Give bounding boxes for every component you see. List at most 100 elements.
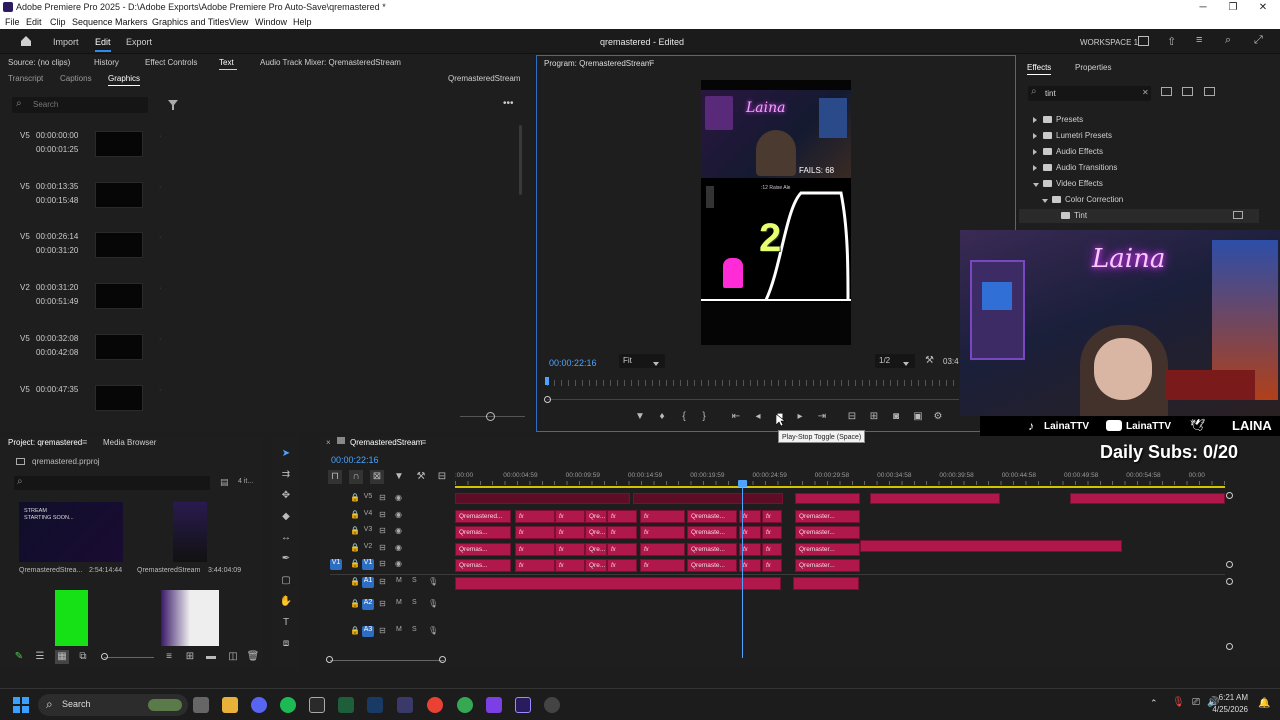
- clip[interactable]: fx: [640, 510, 685, 523]
- track-name[interactable]: V5: [362, 493, 374, 504]
- chevron-down-icon[interactable]: [1033, 180, 1039, 189]
- playhead[interactable]: [545, 377, 549, 385]
- clip[interactable]: [870, 493, 1000, 504]
- insert-icon[interactable]: ⊟: [845, 410, 859, 424]
- clip[interactable]: Qre...: [585, 510, 607, 523]
- chevron-right-icon[interactable]: [1033, 116, 1037, 125]
- menu-clip[interactable]: Clip: [50, 17, 66, 27]
- clip[interactable]: fx: [607, 526, 637, 539]
- tab-edit[interactable]: Edit: [95, 37, 111, 52]
- scrollbar[interactable]: [519, 125, 522, 195]
- program-tab[interactable]: Program: QremasteredStream: [544, 59, 652, 68]
- microphone-icon[interactable]: 🎙: [428, 599, 438, 608]
- captions-icon[interactable]: ⊟: [435, 470, 449, 484]
- project-search-box[interactable]: ⌕: [14, 476, 210, 490]
- track-name[interactable]: A2: [362, 599, 374, 610]
- eye-icon[interactable]: ◉: [395, 543, 402, 552]
- export-frame-icon[interactable]: ◙: [889, 410, 903, 424]
- clip[interactable]: fx: [607, 510, 637, 523]
- lock-icon[interactable]: 🔒: [350, 559, 360, 568]
- linked-icon[interactable]: ⊠: [370, 470, 384, 484]
- lock-icon[interactable]: 🔒: [350, 577, 360, 586]
- resolution-dropdown[interactable]: 1/2: [875, 354, 915, 368]
- track-name[interactable]: V3: [362, 526, 374, 537]
- tab-export[interactable]: Export: [126, 37, 152, 47]
- graphics-item[interactable]: V5 00:00:47:35 ·: [0, 383, 480, 423]
- workspace-label[interactable]: WORKSPACE 1: [1080, 38, 1138, 47]
- project-thumb-3[interactable]: [55, 590, 88, 646]
- rectangle-tool-icon[interactable]: ▢: [279, 574, 293, 588]
- lock-icon[interactable]: 🔒: [350, 626, 360, 635]
- source-patch[interactable]: V1: [330, 559, 342, 570]
- eye-icon[interactable]: ◉: [395, 526, 402, 535]
- audio-clip[interactable]: [793, 577, 859, 590]
- sync-lock-icon[interactable]: ⊟: [379, 626, 386, 635]
- solo-icon[interactable]: S: [412, 577, 417, 584]
- clip[interactable]: fx: [607, 559, 637, 572]
- go-to-out-icon[interactable]: ⇥: [815, 410, 829, 424]
- effects-tree-item[interactable]: Presets: [1019, 113, 1259, 127]
- clip[interactable]: fx: [555, 526, 585, 539]
- fullscreen-icon[interactable]: ⤢: [1254, 34, 1263, 47]
- tab-project[interactable]: Project: qremastered: [8, 438, 83, 447]
- captions-tool-icon[interactable]: ⧈: [279, 637, 293, 651]
- mark-out-icon[interactable]: }: [697, 410, 711, 424]
- sync-lock-icon[interactable]: ⊟: [379, 543, 386, 552]
- panel-menu-icon[interactable]: ≡: [82, 437, 87, 447]
- nest-icon[interactable]: ⊓: [328, 470, 342, 484]
- playhead-handle[interactable]: [738, 480, 747, 487]
- clip[interactable]: [860, 540, 1122, 552]
- clip[interactable]: [795, 493, 860, 504]
- tab-effects[interactable]: Effects: [1027, 63, 1052, 72]
- sync-lock-icon[interactable]: ⊟: [379, 577, 386, 586]
- timeline-tab[interactable]: QremasteredStream: [350, 438, 423, 447]
- eye-icon[interactable]: ◉: [395, 493, 402, 502]
- program-timecode[interactable]: 00:00:22:16: [549, 358, 597, 368]
- clip[interactable]: fx: [607, 543, 637, 556]
- search-icon[interactable]: ⌕: [1225, 34, 1231, 47]
- sort-icon[interactable]: ≡: [162, 650, 176, 664]
- effects-tree-item[interactable]: Color Correction: [1019, 193, 1259, 207]
- clip[interactable]: Qremaste...: [687, 526, 737, 539]
- pen-tool-icon[interactable]: ✒: [279, 552, 293, 566]
- minimize-icon[interactable]: ─: [1188, 0, 1218, 15]
- close-icon[interactable]: ×: [326, 438, 331, 447]
- menu-window[interactable]: Window: [255, 17, 287, 27]
- pencil-icon[interactable]: ✎: [12, 650, 26, 664]
- list-view-icon[interactable]: ☰: [33, 650, 47, 664]
- tab-properties[interactable]: Properties: [1075, 63, 1112, 72]
- microphone-icon[interactable]: 🎙: [428, 626, 438, 635]
- tab-media-browser[interactable]: Media Browser: [103, 438, 157, 447]
- a-scroll-top[interactable]: [1226, 578, 1233, 585]
- project-thumb-1[interactable]: STREAM STARTING SOON...: [19, 502, 123, 562]
- project-thumb-2[interactable]: [173, 502, 207, 562]
- tab-audio-mixer[interactable]: Audio Track Mixer: QremasteredStream: [260, 58, 401, 67]
- share-icon[interactable]: ⇧: [1167, 35, 1176, 48]
- tab-transcript[interactable]: Transcript: [8, 74, 44, 83]
- tab-effect-controls[interactable]: Effect Controls: [145, 58, 198, 67]
- razor-tool-icon[interactable]: ◆: [279, 510, 293, 524]
- chevron-right-icon[interactable]: [1033, 132, 1037, 141]
- menu-edit[interactable]: Edit: [26, 17, 42, 27]
- clip[interactable]: Qremaste...: [687, 559, 737, 572]
- sync-lock-icon[interactable]: ⊟: [379, 510, 386, 519]
- track-select-icon[interactable]: ⇉: [279, 468, 293, 482]
- menu-markers[interactable]: Markers: [115, 17, 148, 27]
- excel-icon[interactable]: [338, 697, 354, 713]
- twitch-icon[interactable]: [486, 697, 502, 713]
- clip[interactable]: fx: [555, 559, 585, 572]
- clip[interactable]: fx: [515, 543, 555, 556]
- clip[interactable]: Qre...: [585, 526, 607, 539]
- time-ruler[interactable]: [547, 380, 959, 386]
- solo-icon[interactable]: S: [412, 599, 417, 606]
- tab-captions[interactable]: Captions: [60, 74, 92, 83]
- clip[interactable]: Qremaster...: [795, 526, 860, 539]
- step-back-icon[interactable]: ◂: [751, 410, 765, 424]
- marker-icon[interactable]: ♦: [655, 410, 669, 424]
- slider-handle[interactable]: [101, 653, 108, 660]
- tab-import[interactable]: Import: [53, 37, 79, 47]
- trash-icon[interactable]: 🗑: [246, 650, 260, 664]
- fit-dropdown[interactable]: Fit: [619, 354, 665, 368]
- 32bit-icon[interactable]: [1182, 87, 1193, 96]
- chevron-down-icon[interactable]: [1042, 196, 1048, 205]
